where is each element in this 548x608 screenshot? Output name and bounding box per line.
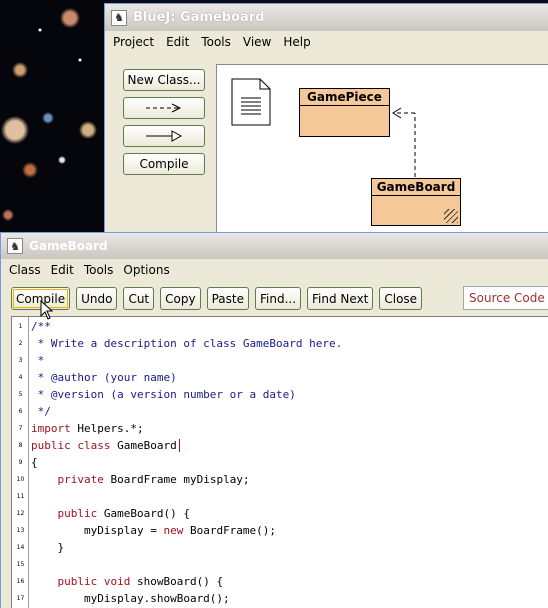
inheritance-arrow-icon	[146, 130, 183, 142]
code-text: * @version (a version number or a date)	[31, 388, 296, 401]
code-line[interactable]: 3 *	[12, 352, 45, 369]
editor-menubar: Class Edit Tools Options	[1, 259, 548, 281]
code-line[interactable]: 1 /**	[12, 318, 51, 335]
code-text: */	[31, 405, 51, 418]
source-code-editor[interactable]: 1 /** 2 * Write a description of class Gam…	[11, 316, 548, 608]
copy-button[interactable]: Copy	[160, 287, 201, 310]
code-text: *	[31, 354, 45, 367]
line-number: 4	[18, 374, 23, 381]
code-line[interactable]: 12 public GameBoard() {	[12, 505, 190, 522]
editor-window-title: GameBoard	[29, 239, 108, 253]
line-number: 17	[16, 595, 25, 602]
code-line[interactable]: 13 myDisplay = new BoardFrame();	[12, 522, 276, 539]
class-diagram-canvas[interactable]: GamePiece GameBoard	[216, 64, 548, 234]
cut-button[interactable]: Cut	[123, 287, 155, 310]
code-line[interactable]: 6 */	[12, 403, 51, 420]
code-line[interactable]: 2 * Write a description of class GameBoa…	[12, 335, 343, 352]
line-number: 8	[18, 442, 23, 449]
code-text: myDisplay = new BoardFrame();	[31, 524, 277, 537]
dashed-arrow-icon	[146, 103, 182, 113]
line-number: 3	[18, 357, 23, 364]
close-button[interactable]: Close	[379, 287, 423, 310]
menu-edit[interactable]: Edit	[47, 263, 80, 277]
code-text: private BoardFrame myDisplay;	[57, 473, 250, 486]
menu-options[interactable]: Options	[119, 263, 175, 277]
line-number: 9	[18, 459, 23, 466]
editor-title-bar: ♞ GameBoard	[1, 233, 548, 259]
code-text: /**	[31, 320, 51, 333]
code-line[interactable]: 4 * @author (your name)	[12, 369, 177, 386]
line-number: 7	[18, 425, 23, 432]
line-number: 15	[16, 561, 25, 568]
line-number: 13	[16, 527, 25, 534]
line-number: 1	[18, 323, 23, 330]
code-line[interactable]: 7 import Helpers.*;	[12, 420, 144, 437]
code-text: * Write a description of class GameBoard…	[31, 337, 343, 350]
find-button[interactable]: Find...	[254, 287, 302, 310]
menu-help[interactable]: Help	[279, 35, 318, 49]
tool-panel: New Class... Compile	[123, 69, 205, 181]
bluej-main-window: ♞ BlueJ: Gameboard Project Edit Tools Vi…	[104, 3, 548, 243]
code-text: public GameBoard() {	[57, 507, 190, 520]
mouse-pointer-icon	[40, 300, 54, 320]
code-text: import Helpers.*;	[31, 422, 144, 435]
menu-view[interactable]: View	[239, 35, 279, 49]
code-line[interactable]: 9{	[12, 454, 38, 471]
line-number: 16	[16, 578, 25, 585]
code-line[interactable]: 16 public void showBoard() {	[12, 573, 223, 590]
undo-button[interactable]: Undo	[76, 287, 118, 310]
editor-toolbar: Compile Undo Cut Copy Paste Find... Find…	[11, 287, 423, 310]
code-line[interactable]: 10 private BoardFrame myDisplay;	[12, 471, 250, 488]
menu-tools[interactable]: Tools	[197, 35, 239, 49]
bluej-app-icon: ♞	[111, 9, 127, 26]
text-caret	[178, 439, 180, 453]
line-number: 5	[18, 391, 23, 398]
code-text: {	[31, 456, 38, 469]
find-next-button[interactable]: Find Next	[307, 287, 374, 310]
new-class-button[interactable]: New Class...	[123, 69, 205, 91]
line-number: 11	[16, 493, 25, 500]
line-number: 12	[16, 510, 25, 517]
code-line[interactable]: 17 myDisplay.showBoard();	[12, 590, 230, 607]
line-number: 6	[18, 408, 23, 415]
code-text: * @author (your name)	[31, 371, 177, 384]
code-text: public void showBoard() {	[57, 575, 224, 588]
paste-button[interactable]: Paste	[206, 287, 249, 310]
line-number: 14	[16, 544, 25, 551]
uses-arrow-button[interactable]	[123, 97, 205, 119]
code-line[interactable]: 8 public class GameBoard	[12, 437, 180, 454]
code-text: myDisplay.showBoard();	[31, 592, 230, 605]
menu-edit[interactable]: Edit	[162, 35, 197, 49]
main-menubar: Project Edit Tools View Help	[105, 31, 548, 53]
menu-tools[interactable]: Tools	[80, 263, 120, 277]
main-title-bar: ♞ BlueJ: Gameboard	[105, 4, 548, 31]
inheritance-arrow-button[interactable]	[123, 125, 205, 147]
line-number: 2	[18, 340, 23, 347]
compile-all-button[interactable]: Compile	[123, 153, 205, 175]
bluej-app-icon: ♞	[7, 238, 23, 254]
code-line[interactable]: 14 }	[12, 539, 64, 556]
line-number: 10	[16, 476, 25, 483]
menu-class[interactable]: Class	[5, 263, 47, 277]
code-text: }	[31, 541, 65, 554]
menu-project[interactable]: Project	[109, 35, 162, 49]
code-line[interactable]: 15	[12, 556, 31, 573]
view-select[interactable]: Source Code	[463, 286, 548, 310]
editor-window: ♞ GameBoard Class Edit Tools Options Com…	[0, 232, 548, 608]
code-text: public class GameBoard	[29, 439, 180, 453]
dependency-arrow	[392, 107, 416, 177]
code-line[interactable]: 5 * @version (a version number or a date…	[12, 386, 296, 403]
main-window-title: BlueJ: Gameboard	[133, 10, 265, 25]
code-line[interactable]: 11	[12, 488, 31, 505]
desktop-background	[0, 0, 110, 240]
